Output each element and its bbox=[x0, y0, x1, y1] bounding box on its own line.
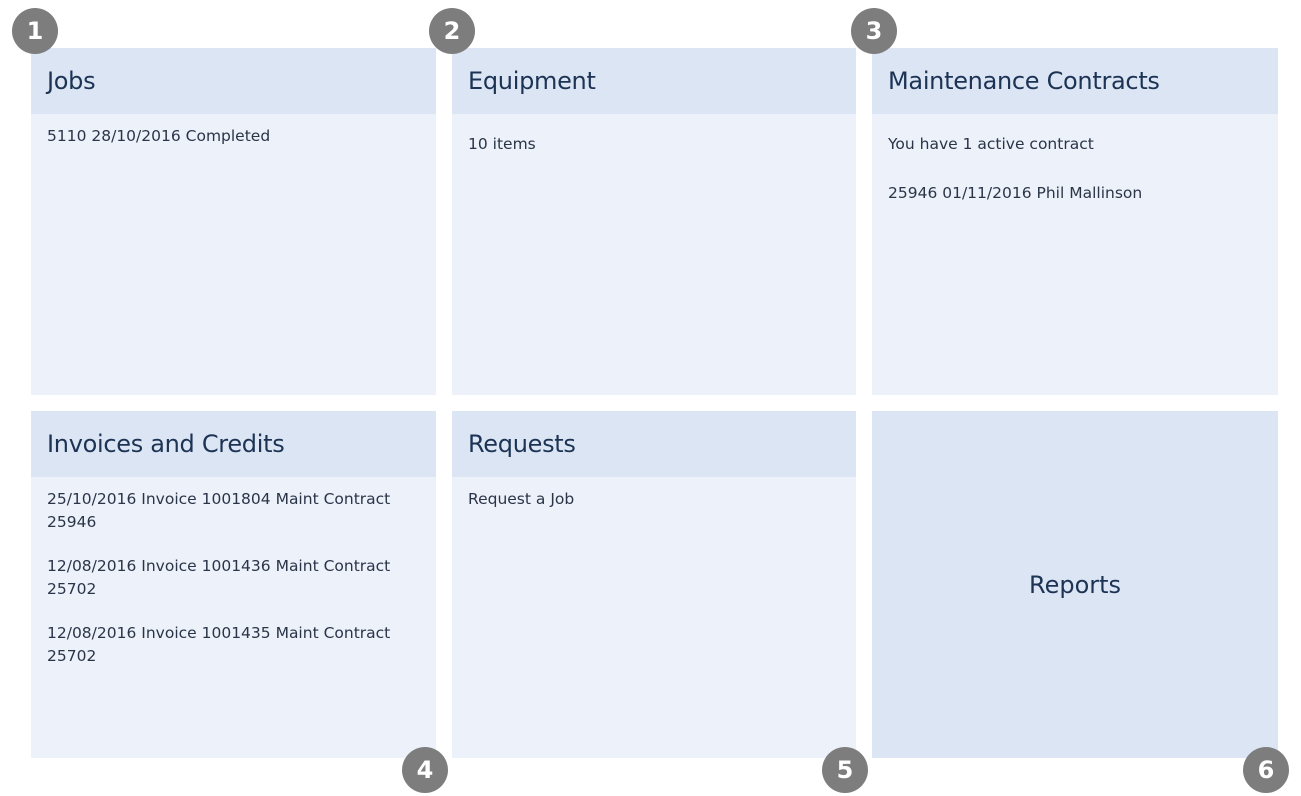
equipment-panel-body: 10 items bbox=[452, 114, 856, 155]
invoices-credits-panel-title[interactable]: Invoices and Credits bbox=[31, 411, 436, 477]
reports-tile[interactable]: Reports bbox=[872, 411, 1278, 758]
invoice-item[interactable]: 25/10/2016 Invoice 1001804 Maint Contrac… bbox=[47, 488, 420, 534]
callout-badge-6: 6 bbox=[1243, 747, 1289, 793]
jobs-panel: Jobs 5110 28/10/2016 Completed bbox=[31, 48, 436, 395]
active-contracts-summary: You have 1 active contract bbox=[888, 135, 1094, 153]
requests-panel: Requests Request a Job bbox=[452, 411, 856, 758]
jobs-panel-body: 5110 28/10/2016 Completed bbox=[31, 114, 436, 147]
invoices-credits-panel-body: 25/10/2016 Invoice 1001804 Maint Contrac… bbox=[31, 477, 436, 668]
contract-item[interactable]: 25946 01/11/2016 Phil Mallinson bbox=[888, 182, 1262, 204]
invoices-credits-panel: Invoices and Credits 25/10/2016 Invoice … bbox=[31, 411, 436, 758]
equipment-panel: Equipment 10 items bbox=[452, 48, 856, 395]
reports-label: Reports bbox=[1028, 571, 1122, 599]
maintenance-contracts-panel-body: You have 1 active contract 25946 01/11/2… bbox=[872, 114, 1278, 204]
callout-badge-5: 5 bbox=[822, 747, 868, 793]
job-item[interactable]: 5110 28/10/2016 Completed bbox=[47, 125, 420, 147]
callout-badge-1: 1 bbox=[12, 8, 58, 54]
request-job-link[interactable]: Request a Job bbox=[468, 488, 840, 510]
equipment-panel-title[interactable]: Equipment bbox=[452, 48, 856, 114]
callout-badge-3: 3 bbox=[851, 8, 897, 54]
jobs-panel-title[interactable]: Jobs bbox=[31, 48, 436, 114]
maintenance-contracts-panel: Maintenance Contracts You have 1 active … bbox=[872, 48, 1278, 395]
requests-panel-body: Request a Job bbox=[452, 477, 856, 510]
invoice-item[interactable]: 12/08/2016 Invoice 1001435 Maint Contrac… bbox=[47, 622, 420, 668]
callout-badge-2: 2 bbox=[429, 8, 475, 54]
callout-badge-4: 4 bbox=[402, 747, 448, 793]
maintenance-contracts-panel-title[interactable]: Maintenance Contracts bbox=[872, 48, 1278, 114]
invoice-item[interactable]: 12/08/2016 Invoice 1001436 Maint Contrac… bbox=[47, 555, 420, 601]
requests-panel-title[interactable]: Requests bbox=[452, 411, 856, 477]
dashboard: Jobs 5110 28/10/2016 Completed Equipment… bbox=[0, 0, 1301, 796]
equipment-count[interactable]: 10 items bbox=[468, 133, 840, 155]
